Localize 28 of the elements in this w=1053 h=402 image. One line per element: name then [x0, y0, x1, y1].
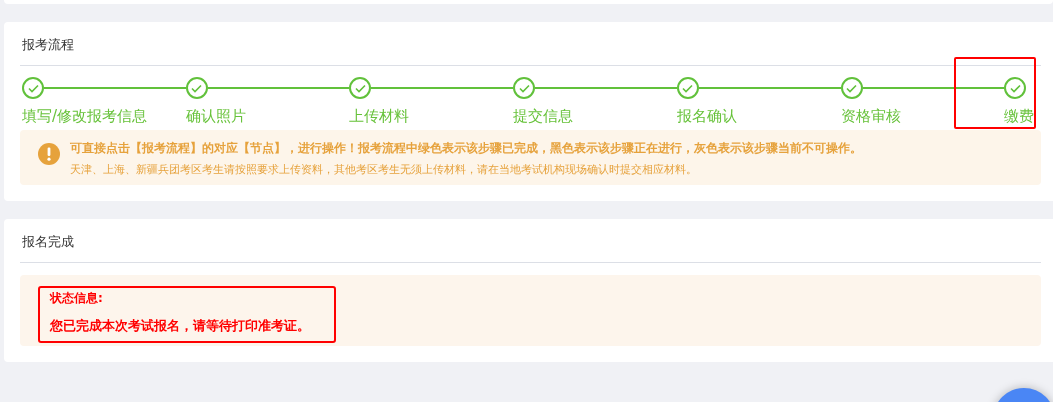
notice-text: 天津、上海、新疆兵团考区考生请按照要求上传资料，其他考区考生无须上传材料，请在当地考试机构现场确认时提交相应材料。 [70, 162, 698, 177]
check-icon [27, 83, 39, 93]
step-node[interactable] [349, 77, 372, 99]
step-label[interactable]: 提交信息 [513, 107, 677, 126]
section-title: 报名完成 [20, 219, 1041, 263]
step-label[interactable]: 报名确认 [676, 107, 841, 126]
step-label[interactable]: 填写/修改报考信息 [22, 107, 186, 126]
step-node[interactable] [513, 77, 536, 99]
check-icon [1009, 83, 1021, 93]
step-node[interactable] [22, 77, 44, 99]
check-icon [846, 83, 857, 93]
status-text: 您已完成本次考试报名，请等待打印准考证。 [50, 317, 310, 335]
check-icon [354, 83, 366, 93]
step-label[interactable]: 缴费 [1004, 107, 1037, 126]
section-title: 报考流程 [20, 22, 1041, 66]
step-node[interactable] [1004, 77, 1027, 99]
check-icon [682, 83, 694, 93]
notice-title: 可直接点击【报考流程】的对应【节点】，进行操作！报考流程中绿色表示该步骤已完成，黑色表示该步骤正在进行，灰色表示该步骤当前不可操作。 [70, 140, 862, 157]
step-label[interactable]: 资格审核 [840, 107, 1005, 126]
status-label: 状态信息: [50, 290, 104, 307]
warning-icon [38, 143, 60, 165]
step-node[interactable] [840, 77, 863, 99]
step-label[interactable]: 确认照片 [185, 107, 350, 126]
step-label[interactable]: 上传材料 [349, 107, 514, 126]
step-node[interactable] [676, 77, 699, 99]
step-node[interactable] [185, 77, 208, 99]
check-icon [518, 83, 530, 93]
check-icon [191, 83, 203, 93]
